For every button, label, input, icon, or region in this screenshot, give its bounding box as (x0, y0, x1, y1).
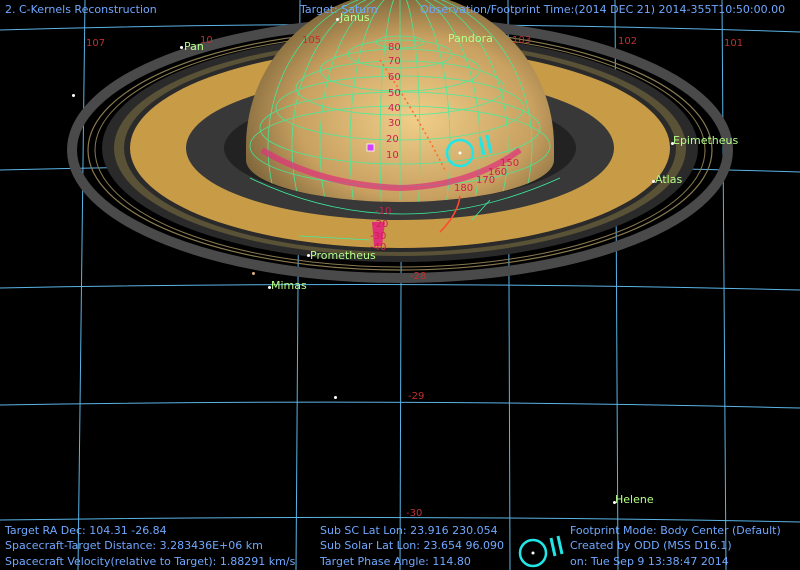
lat-label-40: 40 (388, 103, 401, 114)
star (334, 396, 337, 399)
moon-label-pan[interactable]: Pan (184, 40, 204, 53)
subspacecraft-marker (366, 143, 375, 152)
star (72, 94, 75, 97)
lat-label-70: 70 (388, 56, 401, 67)
ra-label-107: 107 (86, 38, 106, 49)
star (252, 272, 255, 275)
observation-time: Observation/Footprint Time:(2014 DEC 21)… (420, 3, 786, 16)
sub-solar-lat-lon: Sub Solar Lat Lon: 23.654 96.090 (320, 539, 504, 552)
sub-sc-lat-lon: Sub SC Lat Lon: 23.916 230.054 (320, 524, 498, 537)
created-by: Created by ODD (MSS D16.1) (570, 539, 732, 552)
moon-label-pandora[interactable]: Pandora (448, 32, 493, 45)
spacecraft-velocity: Spacecraft Velocity(relative to Target):… (5, 555, 296, 568)
moon-label-helene[interactable]: Helene (615, 493, 654, 506)
ra-label-103: 103 (512, 35, 532, 46)
spacecraft-target-distance: Spacecraft-Target Distance: 3.283436E+06… (5, 539, 263, 552)
created-on: on: Tue Sep 9 13:38:47 2014 (570, 555, 729, 568)
lon-label-170: 170 (476, 175, 496, 186)
dec-label-minus30: -30 (406, 508, 423, 519)
lon-label-180: 180 (454, 183, 474, 194)
lat-label-minus20: -20 (372, 219, 389, 230)
spacecraft-icon (518, 535, 564, 568)
sky-view[interactable] (0, 0, 800, 570)
dec-label-minus28: -28 (410, 271, 427, 282)
ra-label-105: 105 (302, 35, 322, 46)
moon-label-epimetheus[interactable]: Epimetheus (673, 134, 738, 147)
lat-label-60: 60 (388, 72, 401, 83)
lat-label-minus10: -10 (375, 206, 392, 217)
lat-label-50: 50 (388, 88, 401, 99)
moon-dot-pan (180, 46, 183, 49)
dec-label-minus29: -29 (408, 391, 425, 402)
lat-label-10: 10 (386, 150, 399, 161)
moon-label-mimas[interactable]: Mimas (271, 279, 307, 292)
target-ra-dec: Target RA Dec: 104.31 -26.84 (5, 524, 167, 537)
target-phase-angle: Target Phase Angle: 114.80 (320, 555, 471, 568)
moon-label-atlas[interactable]: Atlas (655, 173, 682, 186)
moon-dot-janus (336, 18, 339, 21)
lat-label-minus30: -30 (370, 231, 387, 242)
lat-label-20: 20 (386, 134, 399, 145)
lat-label-30: 30 (388, 118, 401, 129)
moon-label-janus[interactable]: Janus (340, 11, 370, 24)
ra-label-102: 102 (618, 36, 638, 47)
ra-label-101: 101 (724, 38, 744, 49)
moon-label-prometheus[interactable]: Prometheus (310, 249, 376, 262)
lat-label-80: 80 (388, 42, 401, 53)
window-title: 2. C-Kernels Reconstruction (5, 3, 157, 16)
footprint-mode: Footprint Mode: Body Center (Default) (570, 524, 781, 537)
